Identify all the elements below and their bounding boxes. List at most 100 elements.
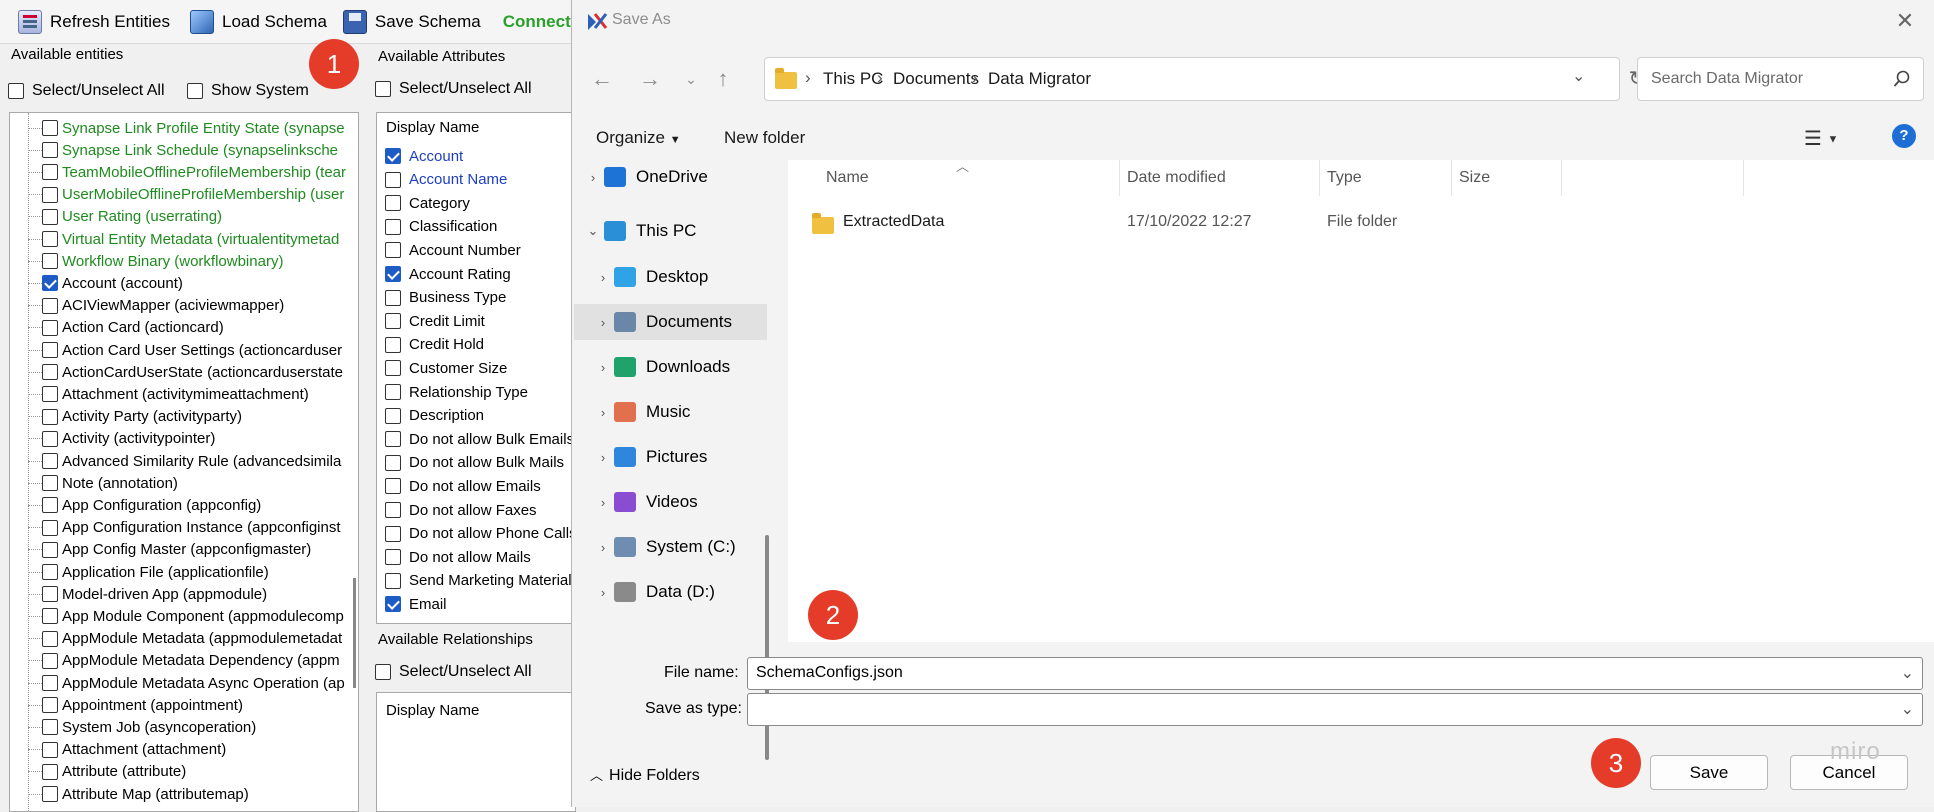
entity-checkbox[interactable] bbox=[42, 364, 58, 381]
attribute-checkbox[interactable] bbox=[385, 336, 401, 353]
breadcrumb-documents[interactable]: Documents bbox=[893, 69, 979, 89]
address-dropdown-chevron-icon[interactable]: ⌄ bbox=[1572, 66, 1585, 86]
entity-checkbox[interactable] bbox=[42, 541, 58, 558]
nav-item[interactable]: › Downloads bbox=[574, 349, 767, 385]
file-name-input[interactable]: SchemaConfigs.json ⌄ bbox=[747, 657, 1923, 690]
attribute-checkbox[interactable] bbox=[385, 502, 401, 518]
attribute-item[interactable]: Email bbox=[385, 593, 447, 615]
attribute-item[interactable]: Do not allow Emails bbox=[385, 475, 541, 497]
column-separator[interactable] bbox=[1561, 160, 1562, 196]
entity-checkbox[interactable] bbox=[42, 275, 58, 292]
entity-item[interactable]: App Config Master (appconfigmaster) bbox=[28, 539, 311, 561]
breadcrumb-separator-icon[interactable]: › bbox=[805, 68, 811, 88]
entity-item[interactable]: Attribute Map (attributemap) bbox=[28, 783, 249, 805]
entity-item[interactable]: Application File (applicationfile) bbox=[28, 561, 269, 583]
attribute-item[interactable]: Business Type bbox=[385, 287, 506, 309]
entity-item[interactable]: Activity (activitypointer) bbox=[28, 428, 215, 450]
nav-item[interactable]: › Data (D:) bbox=[574, 574, 767, 610]
column-header-date-modified[interactable]: Date modified bbox=[1127, 169, 1226, 187]
entity-checkbox[interactable] bbox=[42, 741, 58, 758]
help-icon[interactable]: ? bbox=[1892, 124, 1916, 148]
attribute-checkbox[interactable] bbox=[385, 266, 401, 282]
search-box[interactable]: Search Data Migrator bbox=[1637, 57, 1924, 101]
column-header-type[interactable]: Type bbox=[1327, 169, 1362, 187]
entity-item[interactable]: User Rating (userrating) bbox=[28, 206, 222, 228]
entity-item[interactable]: Attachment (attachment) bbox=[28, 739, 226, 761]
chevron-down-icon[interactable]: ⌄ bbox=[1901, 699, 1914, 719]
entity-checkbox[interactable] bbox=[42, 586, 58, 603]
nav-item[interactable]: › OneDrive bbox=[574, 159, 767, 195]
expand-chevron-icon[interactable]: › bbox=[592, 540, 614, 555]
recent-locations-chevron-icon[interactable]: ⌄ bbox=[676, 64, 706, 94]
column-header-size[interactable]: Size bbox=[1459, 169, 1490, 187]
entity-item[interactable]: Virtual Entity Metadata (virtualentityme… bbox=[28, 228, 339, 250]
attribute-checkbox[interactable] bbox=[385, 454, 401, 471]
expand-chevron-icon[interactable]: › bbox=[592, 450, 614, 465]
attribute-checkbox[interactable] bbox=[385, 360, 401, 377]
expand-chevron-icon[interactable]: ⌄ bbox=[582, 223, 604, 239]
attribute-checkbox[interactable] bbox=[385, 525, 401, 542]
entity-item[interactable]: Activity Party (activityparty) bbox=[28, 406, 242, 428]
column-separator[interactable] bbox=[1319, 160, 1320, 196]
attribute-item[interactable]: Do not allow Phone Calls bbox=[385, 523, 575, 545]
organize-menu[interactable]: Organize ▼ bbox=[596, 128, 681, 148]
entity-checkbox[interactable] bbox=[42, 297, 58, 314]
entity-item[interactable]: System Job (asyncoperation) bbox=[28, 716, 256, 738]
entity-checkbox[interactable] bbox=[42, 120, 58, 136]
nav-item[interactable]: › Desktop bbox=[574, 259, 767, 295]
attribute-item[interactable]: Account Rating bbox=[385, 263, 511, 285]
relationships-column-header[interactable]: Display Name bbox=[386, 702, 479, 719]
entity-checkbox[interactable] bbox=[42, 342, 58, 358]
show-system-toggle[interactable]: Show System bbox=[187, 82, 309, 100]
breadcrumb-separator-icon[interactable]: › bbox=[972, 68, 978, 88]
attribute-item[interactable]: Account Number bbox=[385, 239, 521, 261]
entity-checkbox[interactable] bbox=[42, 430, 58, 447]
entity-item[interactable]: Synapse Link Schedule (synapselinksche bbox=[28, 139, 338, 161]
entity-checkbox[interactable] bbox=[42, 164, 58, 181]
up-arrow-icon[interactable]: ↑ bbox=[708, 64, 738, 94]
attribute-checkbox[interactable] bbox=[385, 407, 401, 424]
entities-select-all[interactable]: Select/Unselect All bbox=[8, 82, 165, 100]
back-arrow-icon[interactable]: ← bbox=[587, 64, 617, 94]
attribute-item[interactable]: Description bbox=[385, 405, 484, 427]
attribute-item[interactable]: Do not allow Bulk Emails bbox=[385, 428, 574, 450]
entity-checkbox[interactable] bbox=[42, 208, 58, 225]
column-separator[interactable] bbox=[1451, 160, 1452, 196]
attributes-select-all[interactable]: Select/Unselect All bbox=[375, 80, 532, 98]
attribute-checkbox[interactable] bbox=[385, 549, 401, 566]
relationships-select-all-checkbox[interactable] bbox=[375, 664, 391, 680]
attribute-checkbox[interactable] bbox=[385, 289, 401, 306]
view-options-icon[interactable]: ☰ ▼ bbox=[1804, 126, 1838, 151]
load-schema-button[interactable]: Load Schema bbox=[182, 4, 335, 40]
entity-checkbox[interactable] bbox=[42, 497, 58, 514]
attribute-checkbox[interactable] bbox=[385, 148, 401, 164]
entity-item[interactable]: UserMobileOfflineProfileMembership (user bbox=[28, 184, 344, 206]
save-schema-button[interactable]: Save Schema bbox=[335, 4, 489, 40]
entity-checkbox[interactable] bbox=[42, 564, 58, 580]
nav-item[interactable]: ⌄ This PC bbox=[574, 213, 767, 249]
expand-chevron-icon[interactable]: › bbox=[592, 495, 614, 510]
entity-item[interactable]: Attachment (activitymimeattachment) bbox=[28, 383, 309, 405]
attribute-checkbox[interactable] bbox=[385, 572, 401, 589]
address-bar[interactable]: › This PC › Documents › Data Migrator bbox=[764, 57, 1620, 101]
attribute-checkbox[interactable] bbox=[385, 242, 401, 259]
expand-chevron-icon[interactable]: › bbox=[592, 270, 614, 285]
attribute-item[interactable]: Classification bbox=[385, 216, 497, 238]
attribute-item[interactable]: Customer Size bbox=[385, 357, 507, 379]
entity-item[interactable]: AppModule Metadata Async Operation (ap bbox=[28, 672, 345, 694]
nav-item[interactable]: › Music bbox=[574, 394, 767, 430]
search-icon[interactable] bbox=[1893, 70, 1911, 88]
entity-item[interactable]: Appointment (appointment) bbox=[28, 694, 243, 716]
attribute-checkbox[interactable] bbox=[385, 596, 401, 613]
column-separator[interactable] bbox=[1119, 160, 1120, 196]
dialog-title-bar[interactable]: Save As ✕ bbox=[572, 0, 1934, 42]
entity-item[interactable]: Attribute (attribute) bbox=[28, 761, 186, 783]
entity-checkbox[interactable] bbox=[42, 408, 58, 425]
attribute-checkbox[interactable] bbox=[385, 478, 401, 495]
attribute-item[interactable]: Do not allow Faxes bbox=[385, 499, 537, 521]
nav-item[interactable]: › Documents bbox=[574, 304, 767, 340]
expand-chevron-icon[interactable]: › bbox=[592, 585, 614, 600]
entity-item[interactable]: App Configuration (appconfig) bbox=[28, 494, 261, 516]
show-system-checkbox[interactable] bbox=[187, 83, 203, 99]
entity-item[interactable]: TeamMobileOfflineProfileMembership (tear bbox=[28, 161, 346, 183]
